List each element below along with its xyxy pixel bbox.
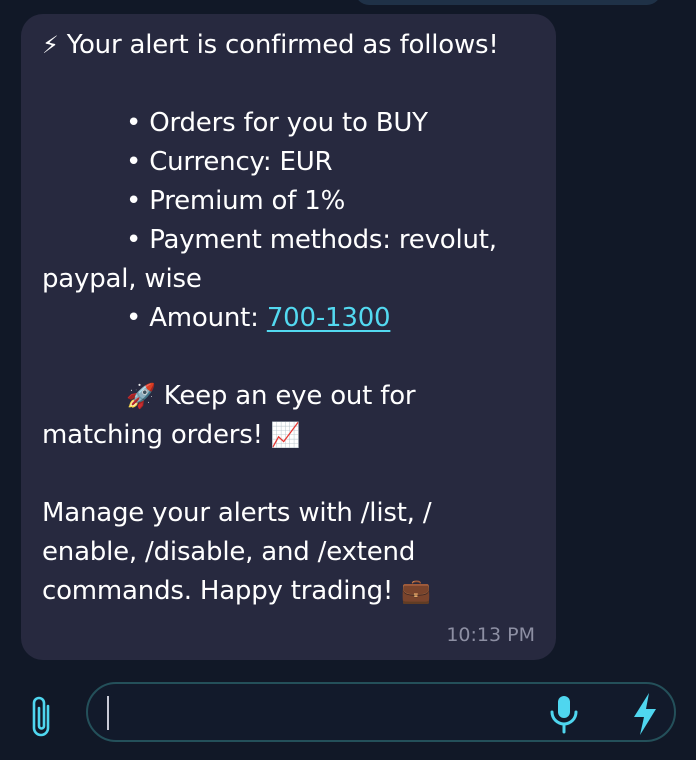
paperclip-icon[interactable] <box>26 694 58 740</box>
bullet-payment-methods: • Payment methods: revolut, <box>126 225 497 255</box>
message-input-container[interactable] <box>86 682 676 742</box>
manage-line-3: commands. Happy trading! 💼 <box>42 572 537 611</box>
amount-link[interactable]: 700-1300 <box>267 303 391 333</box>
keep-eye-text: Keep an eye out for <box>163 381 416 411</box>
matching-orders-text: matching orders! <box>42 420 263 450</box>
bullet-currency: • Currency: EUR <box>126 147 333 177</box>
manage-line-2: enable, /disable, and /extend <box>42 537 416 567</box>
text-caret <box>107 696 109 730</box>
rocket-emoji-icon: 🚀 <box>126 382 156 410</box>
microphone-icon[interactable] <box>548 694 580 736</box>
bot-message-bubble: ⚡ Your alert is confirmed as follows! • … <box>21 14 556 660</box>
header-text: Your alert is confirmed as follows! <box>66 30 499 60</box>
chat-area[interactable]: ⚡ Your alert is confirmed as follows! • … <box>0 0 696 678</box>
message-text: ⚡ Your alert is confirmed as follows! • … <box>42 26 537 611</box>
manage-line-1: Manage your alerts with /list, / <box>42 498 432 528</box>
bullet-premium: • Premium of 1% <box>126 186 346 216</box>
message-header: ⚡ Your alert is confirmed as follows! <box>42 26 537 65</box>
manage-line-3-text: commands. Happy trading! <box>42 576 394 606</box>
chart-emoji-icon: 📈 <box>270 421 301 449</box>
bullet-payment-methods-cont: paypal, wise <box>42 264 202 294</box>
matching-orders-line: matching orders! 📈 <box>42 416 537 455</box>
lightning-emoji-icon: ⚡ <box>42 31 59 59</box>
bullet-buy: • Orders for you to BUY <box>126 108 428 138</box>
message-timestamp: 10:13 PM <box>446 624 535 646</box>
amount-label: • Amount: <box>126 303 267 333</box>
lightning-icon[interactable] <box>630 692 660 736</box>
briefcase-emoji-icon: 💼 <box>401 577 431 605</box>
message-input[interactable] <box>106 694 530 732</box>
bullet-amount: • Amount: 700-1300 <box>42 299 537 338</box>
keep-eye-line: 🚀 Keep an eye out for <box>42 377 537 416</box>
